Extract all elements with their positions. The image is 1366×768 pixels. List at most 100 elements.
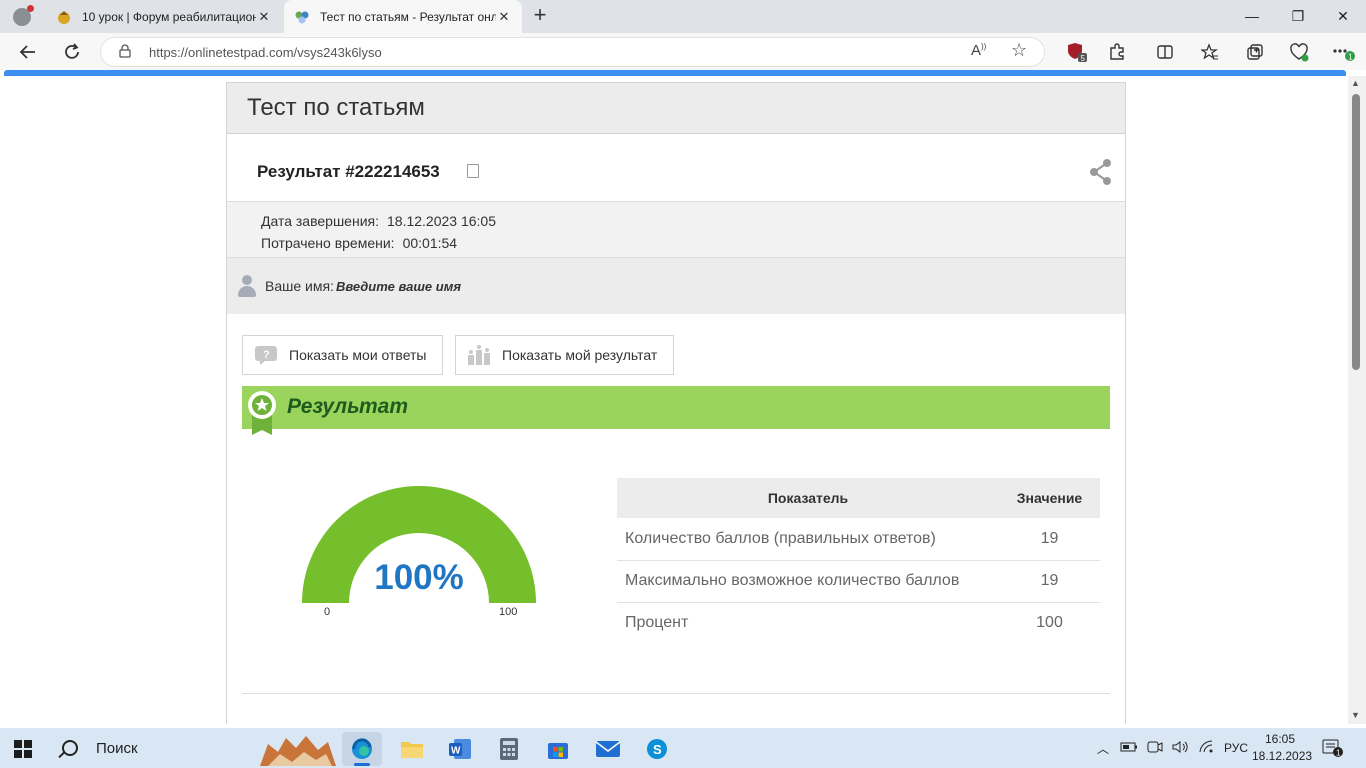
mail-icon[interactable] [588,732,628,766]
input-language[interactable]: РУС [1224,741,1248,755]
new-tab-icon[interactable]: + [528,4,552,28]
scroll-up-icon[interactable]: ▲ [1351,78,1360,88]
clock-date: 18.12.2023 [1252,749,1313,763]
scroll-down-icon[interactable]: ▼ [1351,710,1360,720]
question-bubble-icon: ? [255,345,277,365]
browser-essentials-icon[interactable] [1284,37,1314,67]
time-spent-row: Потрачено времени: 00:01:54 [261,232,1125,254]
section-divider [242,693,1110,694]
user-icon [237,275,257,297]
indicator-cell: Процент [625,614,689,632]
favorite-star-icon[interactable]: ☆ [1011,40,1027,61]
name-input-link[interactable]: Введите ваше имя [336,279,461,294]
lock-icon[interactable] [119,43,135,61]
refresh-icon[interactable] [57,37,87,67]
collections-icon[interactable] [1240,37,1270,67]
calculator-icon[interactable] [489,732,529,766]
extensions-puzzle-icon[interactable] [1102,37,1132,67]
name-row: Ваше имя: Введите ваше имя [227,258,1125,314]
tab-forum[interactable]: 10 урок | Форум реабилитацион ✕ [46,0,282,33]
value-cell: 19 [999,560,1100,603]
name-label: Ваше имя: [265,278,334,294]
search-highlight-art-icon [260,736,336,766]
extension-badge: 5 [1081,54,1086,63]
maximize-icon[interactable]: ❐ [1275,0,1321,33]
profile-avatar-icon[interactable] [8,4,36,30]
notification-count: 1 [1336,749,1341,758]
back-arrow-icon[interactable] [13,37,43,67]
indicator-cell: Количество баллов (правильных ответов) [617,518,999,561]
browser-toolbar: https://onlinetestpad.com/vsys243k6lyso … [0,33,1366,70]
show-answers-button[interactable]: ? Показать мои ответы [242,335,443,375]
result-table: Показатель Значение Количество баллов (п… [617,478,1100,644]
microsoft-store-icon[interactable] [538,732,578,766]
svg-text:S: S [653,742,662,757]
close-window-icon[interactable]: ✕ [1320,0,1366,33]
address-bar[interactable]: https://onlinetestpad.com/vsys243k6lyso … [100,37,1045,67]
settings-more-icon[interactable]: 1 [1328,37,1358,67]
column-value: Значение [999,478,1100,518]
gauge-max-label: 100 [499,606,518,618]
read-aloud-icon[interactable]: A)) [971,42,986,59]
result-title: Результат #222214653 [257,162,440,181]
clock-time: 16:05 [1264,732,1296,746]
notification-center-icon[interactable]: 1 [1322,738,1344,758]
gauge-min-label: 0 [324,606,331,618]
indicator-cell: Максимально возможное количество баллов [617,560,999,603]
table-row: Процент 100 [617,602,1100,644]
table-row: Количество баллов (правильных ответов) 1… [617,518,1100,561]
show-result-label: Показать мой результат [502,347,658,363]
system-tray: ︿ РУС [1094,728,1248,768]
table-header-row: Показатель Значение [617,478,1100,518]
completion-date-row: Дата завершения: 18.12.2023 16:05 [261,210,1125,232]
result-banner-title: Результат [287,395,409,418]
tab-forum-label: 10 урок | Форум реабилитацион [82,9,256,24]
forum-favicon-icon [56,9,72,25]
svg-text:W: W [451,746,461,757]
result-card: Тест по статьям Результат #222214653 Дат… [226,82,1126,724]
update-badge: 1 [1348,53,1353,62]
time-spent-value: 00:01:54 [402,235,458,251]
completion-date-label: Дата завершения: [261,213,379,229]
taskbar-search[interactable]: Поиск [48,728,336,768]
page-viewport: Тест по статьям Результат #222214653 Дат… [0,76,1348,724]
file-explorer-icon[interactable] [392,732,432,766]
browser-titlebar: 10 урок | Форум реабилитацион ✕ Тест по … [0,0,1366,33]
show-hidden-icons-icon[interactable]: ︿ [1094,740,1112,757]
battery-icon[interactable] [1116,741,1142,756]
split-screen-icon[interactable] [1150,37,1180,67]
page-scrollbar[interactable]: ▲ ▼ [1348,76,1366,724]
windows-start-icon[interactable] [14,740,32,758]
score-gauge: 100% 0 100 [289,478,549,628]
result-banner: Результат [242,386,1110,435]
windows-taskbar: Поиск W S ︿ РУС 16:05 18.12.2023 1 [0,728,1366,768]
share-icon[interactable] [1089,158,1113,186]
tab-forum-close-icon[interactable]: ✕ [256,9,272,25]
time-spent-label: Потрачено времени: [261,235,395,251]
favorites-icon[interactable] [1195,37,1225,67]
table-row: Максимально возможное количество баллов … [617,560,1100,603]
word-icon[interactable]: W [440,732,480,766]
search-icon [62,740,78,756]
tab-test-result[interactable]: Тест по статьям - Результат онл ✕ [284,0,522,33]
skype-icon[interactable]: S [637,732,677,766]
result-meta: Дата завершения: 18.12.2023 16:05 Потраче… [227,202,1125,258]
search-label: Поиск [96,739,138,757]
network-icon[interactable] [1194,739,1220,757]
podium-icon [468,345,490,365]
tab-test-result-label: Тест по статьям - Результат онл [320,9,496,24]
volume-icon[interactable] [1168,740,1194,757]
shield-extension-icon[interactable]: 5 [1062,37,1092,67]
edge-taskbar-icon[interactable] [342,732,382,766]
award-badge-icon [248,391,276,435]
copy-icon[interactable] [463,160,479,178]
tab-test-result-close-icon[interactable]: ✕ [496,9,512,25]
taskbar-clock[interactable]: 16:05 18.12.2023 [1252,731,1313,765]
show-result-button[interactable]: Показать мой результат [455,335,674,375]
meet-now-icon[interactable] [1142,740,1168,757]
column-indicator: Показатель [617,478,999,518]
scrollbar-thumb[interactable] [1352,94,1360,370]
value-cell: 19 [999,518,1100,561]
svg-text:?: ? [263,349,270,361]
minimize-icon[interactable]: — [1229,0,1275,33]
